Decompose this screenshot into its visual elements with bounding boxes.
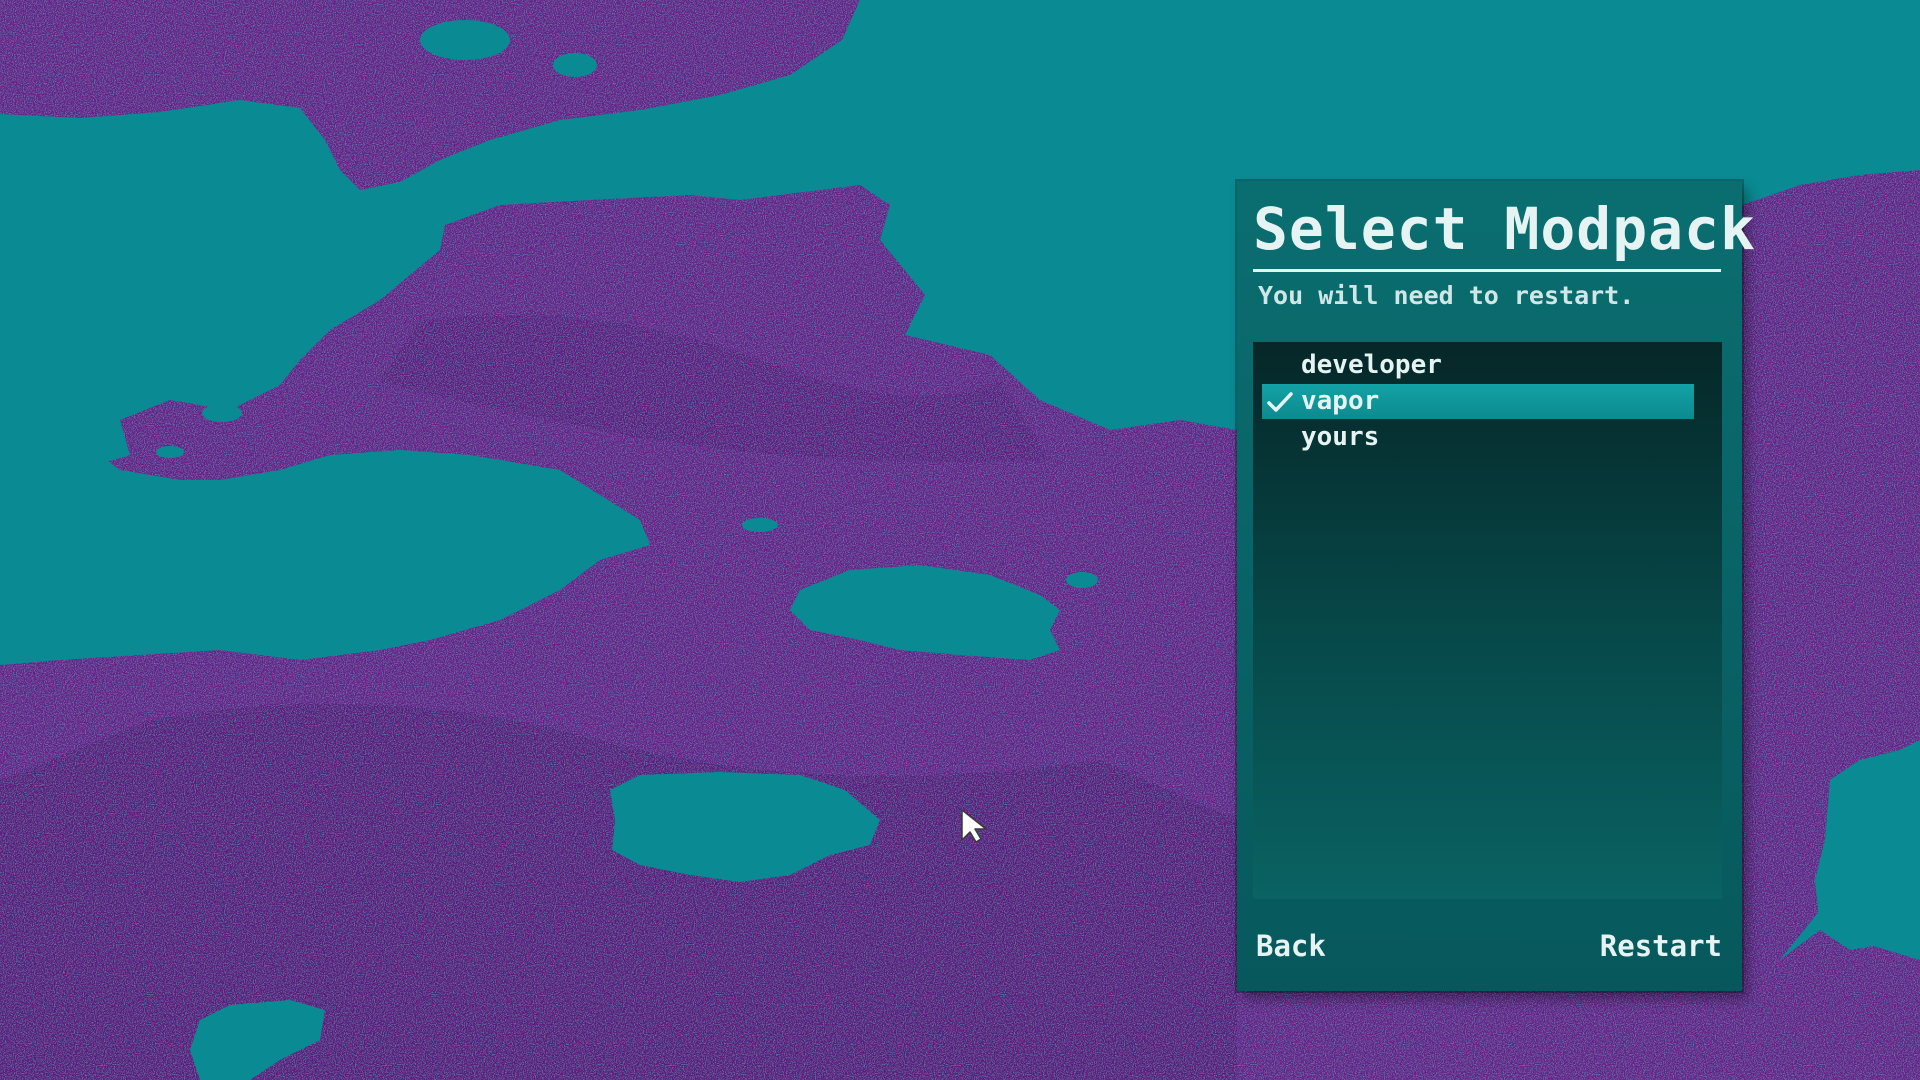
pond-6 — [1066, 572, 1098, 588]
list-item-developer[interactable]: developer — [1262, 348, 1694, 383]
pond-5 — [742, 518, 778, 532]
dialog-title: Select Modpack — [1253, 195, 1756, 263]
modpack-list[interactable]: developer vapor yours — [1253, 342, 1722, 899]
list-item-label: developer — [1301, 350, 1442, 380]
mouse-pointer-icon — [961, 809, 987, 843]
list-item-label: vapor — [1301, 386, 1380, 416]
pond-1 — [420, 20, 510, 60]
list-item-label: yours — [1301, 422, 1380, 452]
title-underline — [1253, 269, 1721, 272]
pond-2 — [553, 53, 597, 77]
restart-button[interactable]: Restart — [1600, 929, 1722, 963]
modpack-dialog: Select Modpack You will need to restart.… — [1237, 181, 1755, 991]
back-button[interactable]: Back — [1256, 929, 1326, 963]
list-item-yours[interactable]: yours — [1262, 420, 1694, 455]
list-item-vapor[interactable]: vapor — [1262, 384, 1694, 419]
pond-4 — [156, 446, 184, 458]
pond-3 — [202, 404, 242, 422]
dialog-subtitle: You will need to restart. — [1258, 281, 1635, 310]
checkmark-icon — [1265, 384, 1295, 419]
game-screen: Select Modpack You will need to restart.… — [0, 0, 1920, 1080]
